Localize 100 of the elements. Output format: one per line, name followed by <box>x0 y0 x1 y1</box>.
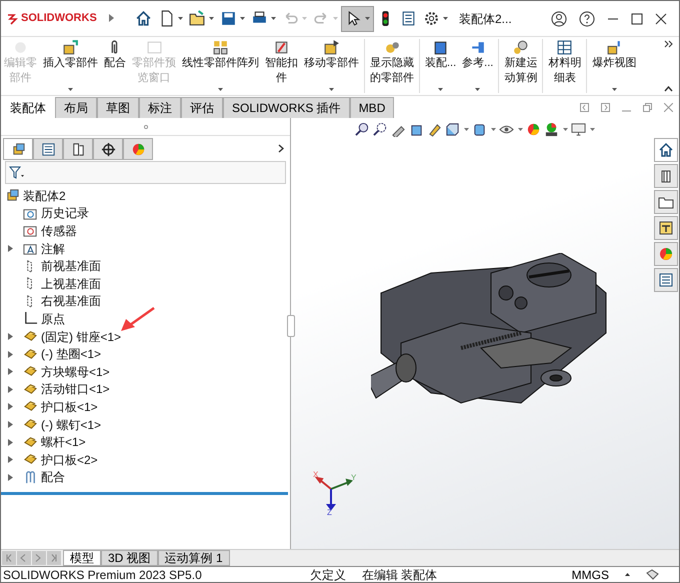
ribbon-button[interactable]: 新建运 动算例 <box>501 37 540 95</box>
ribbon-button[interactable]: 移动零部件 <box>301 37 362 95</box>
box-icon[interactable] <box>472 122 487 137</box>
annotation-arrow <box>120 307 155 332</box>
caret-icon <box>302 17 307 20</box>
highlight-icon[interactable] <box>427 122 442 137</box>
magnifier-icon[interactable] <box>373 122 388 137</box>
task-pane-tab[interactable] <box>654 268 678 292</box>
task-pane-tab[interactable] <box>654 138 678 162</box>
tree-item[interactable]: 历史记录 <box>41 204 89 222</box>
tree-item[interactable]: (-) 螺钉<1> <box>41 416 102 434</box>
more-chevron-icon[interactable] <box>664 40 673 48</box>
panel-splitter-handle[interactable] <box>287 315 295 337</box>
restore-icon[interactable] <box>643 102 652 112</box>
panel-tab[interactable] <box>3 138 33 160</box>
caret-icon <box>438 88 444 91</box>
maximize-icon[interactable] <box>631 12 643 24</box>
expand-arrow-icon[interactable] <box>5 402 15 412</box>
cursor-button[interactable] <box>341 6 374 32</box>
caret-icon <box>329 88 334 91</box>
units-selector[interactable]: MMGS <box>572 566 609 583</box>
caret-icon <box>333 17 338 20</box>
expand-arrow-icon[interactable] <box>5 384 15 394</box>
list-icon <box>658 272 674 288</box>
ribbon-tab[interactable]: 评估 <box>181 97 223 118</box>
cube-icon[interactable] <box>445 122 460 137</box>
ribbon-tab[interactable]: 草图 <box>97 97 139 118</box>
panel-tab[interactable] <box>33 138 63 160</box>
list-icon <box>40 142 56 156</box>
caret-up-icon[interactable] <box>625 573 630 576</box>
panel-right-icon[interactable] <box>601 102 610 112</box>
crosshair-icon <box>100 142 116 156</box>
tree-item[interactable]: (-) 垫圈<1> <box>41 345 102 364</box>
ribbon-tab[interactable]: SOLIDWORKS 插件 <box>223 97 350 118</box>
expand-arrow-icon[interactable] <box>5 472 15 482</box>
tree-item[interactable]: 护口板<2> <box>41 450 98 469</box>
model-tab[interactable]: 模型 <box>63 550 101 566</box>
caret-icon[interactable] <box>491 128 496 131</box>
collapse-chevron-icon[interactable] <box>664 86 673 92</box>
tree-item[interactable]: 上视基准面 <box>41 274 101 293</box>
color-wheel-icon[interactable] <box>526 122 541 137</box>
caret-icon[interactable] <box>563 128 568 131</box>
chevron-right-icon[interactable] <box>278 144 284 154</box>
user-icon[interactable] <box>551 10 567 26</box>
caret-icon[interactable] <box>590 128 595 131</box>
ribbon-button[interactable]: 爆炸视图 <box>589 37 640 95</box>
tree-item[interactable]: 注解 <box>41 240 65 258</box>
expand-arrow-icon[interactable] <box>5 244 15 254</box>
tree-item[interactable]: 原点 <box>41 310 65 328</box>
ribbon-button[interactable]: 插入零部件 <box>40 37 101 95</box>
home-icon <box>135 10 152 27</box>
expand-arrow-icon[interactable] <box>5 420 15 430</box>
caret-icon[interactable] <box>518 128 523 131</box>
ribbon-button[interactable]: 装配... <box>422 37 460 95</box>
ribbon-button[interactable]: 智能扣 件 <box>262 37 301 95</box>
expand-arrow-icon[interactable] <box>109 12 114 24</box>
help-icon[interactable] <box>579 10 595 26</box>
tree-item[interactable]: 配合 <box>41 468 65 486</box>
ribbon-tab[interactable]: 布局 <box>55 97 97 118</box>
caret-icon <box>68 88 73 91</box>
tree-item[interactable]: (固定) 钳座<1> <box>41 328 122 346</box>
ribbon-tab[interactable]: MBD <box>350 97 394 118</box>
task-pane-tab[interactable] <box>654 190 678 214</box>
tree-item[interactable]: 右视基准面 <box>41 292 101 310</box>
task-pane-tab[interactable] <box>654 164 678 188</box>
scene-icon[interactable] <box>544 122 559 137</box>
tree-item[interactable]: 前视基准面 <box>41 257 101 276</box>
expand-arrow-icon[interactable] <box>5 350 15 359</box>
model-tab[interactable]: 运动算例 1 <box>158 550 230 566</box>
document-title: 装配体2... <box>459 10 512 28</box>
magnifier-icon[interactable] <box>355 122 370 137</box>
tree-item[interactable]: 螺杆<1> <box>41 433 86 452</box>
ribbon-button[interactable]: 显示隐藏 的零部件 <box>367 37 417 95</box>
tree-item[interactable]: 方块螺母<1> <box>41 362 110 381</box>
ribbon-tab[interactable]: 标注 <box>139 97 181 118</box>
caret-icon <box>271 17 276 20</box>
panel-tab[interactable] <box>63 138 93 160</box>
ribbon-button[interactable]: 参考... <box>459 37 496 95</box>
expand-arrow-icon[interactable] <box>5 438 15 447</box>
expand-arrow-icon[interactable] <box>5 455 15 464</box>
caret-icon[interactable] <box>464 128 469 131</box>
expand-arrow-icon[interactable] <box>5 332 15 342</box>
ribbon-button[interactable]: 配合 <box>101 37 129 95</box>
tree-item[interactable]: 护口板<1> <box>41 398 98 416</box>
status-text: 在编辑 装配体 <box>362 566 438 583</box>
filter-icon[interactable] <box>9 166 25 179</box>
tree-item[interactable]: 传感器 <box>41 222 77 240</box>
task-pane-tab[interactable] <box>654 216 678 240</box>
expand-arrow-icon[interactable] <box>5 367 15 376</box>
panel-left-icon[interactable] <box>580 102 589 112</box>
tree-item[interactable]: 装配体2 <box>23 186 66 205</box>
ribbon-button[interactable]: 线性零部件阵列 <box>179 37 262 95</box>
ribbon-button[interactable]: 材料明 细表 <box>545 37 584 95</box>
close-icon[interactable] <box>655 12 667 24</box>
monitor-icon[interactable] <box>571 122 586 137</box>
tree-item[interactable]: 活动钳口<1> <box>41 380 110 398</box>
panel-handle-icon[interactable] <box>144 124 148 128</box>
panel-tab[interactable] <box>93 138 123 160</box>
tag-icon[interactable] <box>646 569 659 580</box>
model-tab[interactable]: 3D 视图 <box>101 550 158 566</box>
